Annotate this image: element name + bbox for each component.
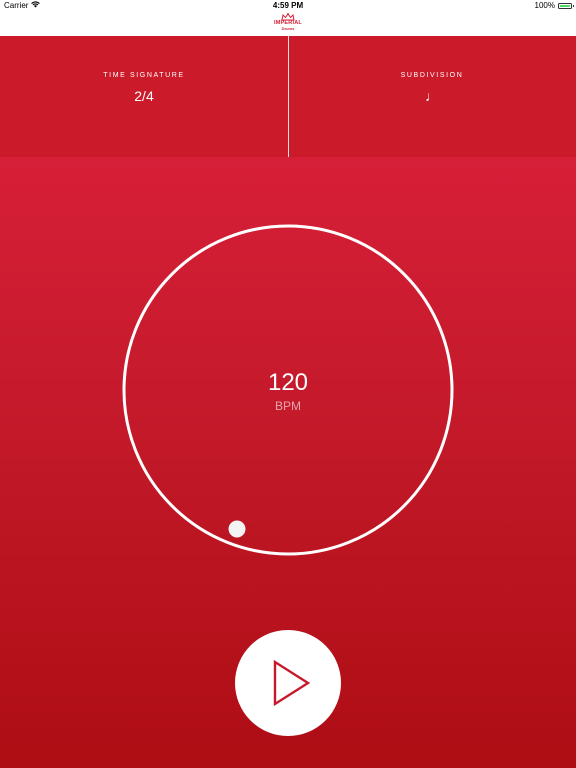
battery-tip bbox=[572, 4, 574, 7]
battery-icon bbox=[558, 2, 574, 9]
time-signature-label: TIME SIGNATURE bbox=[103, 72, 185, 79]
settings-panel: TIME SIGNATURE 2/4 SUBDIVISION ♩ bbox=[0, 36, 576, 157]
time-signature-value: 2/4 bbox=[134, 88, 154, 104]
status-time: 4:59 PM bbox=[272, 1, 304, 10]
play-icon bbox=[273, 659, 311, 707]
tempo-dial[interactable]: 120 BPM bbox=[122, 224, 454, 556]
dial-handle bbox=[228, 520, 246, 538]
bpm-unit: BPM bbox=[274, 399, 301, 413]
status-right: 100% bbox=[534, 1, 574, 10]
nav-bar: IMPERIAL Drums bbox=[0, 12, 576, 36]
subdivision-button[interactable]: SUBDIVISION ♩ bbox=[288, 36, 576, 157]
status-bar: Carrier 4:59 PM 100% bbox=[0, 0, 576, 12]
quarter-note-icon: ♩ bbox=[425, 88, 439, 104]
subdivision-label: SUBDIVISION bbox=[400, 72, 464, 79]
metronome-area: 120 BPM bbox=[0, 157, 576, 768]
battery-fill bbox=[560, 4, 570, 7]
logo-subtitle: Drums bbox=[281, 26, 295, 31]
play-button[interactable] bbox=[235, 630, 341, 736]
brand-logo: IMPERIAL Drums bbox=[274, 12, 302, 36]
bpm-value: 120 bbox=[267, 369, 309, 396]
battery-percent: 100% bbox=[534, 1, 555, 10]
time-signature-button[interactable]: TIME SIGNATURE 2/4 bbox=[0, 36, 288, 157]
